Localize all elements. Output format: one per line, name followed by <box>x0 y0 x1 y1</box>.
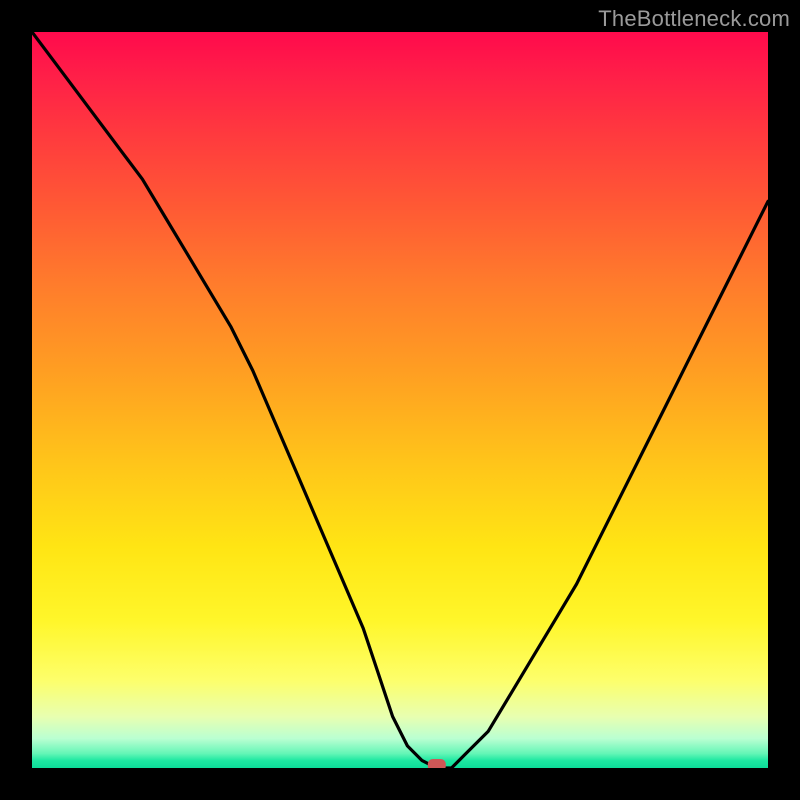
chart-frame: TheBottleneck.com <box>0 0 800 800</box>
plot-area <box>32 32 768 768</box>
minimum-marker <box>428 759 446 768</box>
curve-svg <box>32 32 768 768</box>
bottleneck-curve <box>32 32 768 768</box>
watermark-text: TheBottleneck.com <box>598 6 790 32</box>
